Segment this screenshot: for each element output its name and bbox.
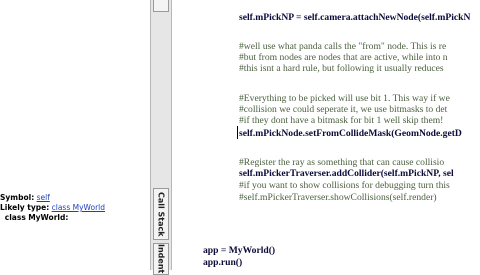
type-link[interactable]: class MyWorld — [52, 203, 105, 212]
code-line[interactable]: self.mPickNode.setFromCollideMask(GeomNo… — [239, 128, 462, 139]
symbol-link[interactable]: self — [37, 193, 50, 202]
type-label: Likely type: — [0, 203, 50, 212]
comment-line[interactable]: #if you want to show collisions for debu… — [239, 180, 450, 191]
inspector-panel: Symbol: self Likely type: class MyWorld … — [0, 0, 150, 270]
code-line[interactable]: self.mPickerTraverser.addCollider(self.m… — [239, 168, 454, 179]
code-editor[interactable]: self.mPickNP = self.camera.attachNewNode… — [200, 0, 480, 270]
comment-line[interactable]: #well use what panda calls the "from" no… — [239, 41, 446, 52]
comment-line[interactable]: #collision we could seperate it, we use … — [239, 104, 447, 115]
symbol-label: Symbol: — [0, 193, 35, 202]
symbol-info: Symbol: self Likely type: class MyWorld … — [0, 193, 150, 223]
code-line[interactable]: self.mPickNP = self.camera.attachNewNode… — [239, 12, 470, 23]
code-line[interactable]: app = MyWorld() — [203, 245, 275, 256]
comment-line[interactable]: #Everything to be picked will use bit 1.… — [239, 93, 450, 104]
comment-line[interactable]: #Register the ray as something that can … — [239, 157, 444, 168]
class-name: MyWorld: — [28, 213, 69, 222]
tab-call-stack[interactable]: Call Stack — [153, 188, 169, 240]
symbol-row: Symbol: self — [0, 193, 150, 203]
class-keyword: class — [4, 213, 26, 222]
tab-indent-label: Indent — [156, 244, 166, 274]
tab-indent[interactable]: Indent — [153, 243, 169, 275]
code-line[interactable]: app.run() — [203, 257, 242, 268]
comment-line[interactable]: #this isnt a hard rule, but following it… — [239, 63, 444, 74]
text-caret — [237, 126, 238, 139]
comment-line[interactable]: #but from nodes are nodes that are activ… — [239, 52, 448, 63]
side-tab-strip: Call Stack Indent — [150, 0, 172, 275]
type-row: Likely type: class MyWorld — [0, 203, 150, 213]
inspector-blank-area — [0, 0, 150, 188]
class-row: class MyWorld: — [0, 213, 150, 223]
panel-gap — [172, 0, 200, 270]
comment-line[interactable]: #if they dont have a bitmask for bit 1 w… — [239, 115, 443, 126]
comment-line[interactable]: #self.mPickerTraverser.showCollisions(se… — [239, 192, 437, 203]
tab-call-stack-label: Call Stack — [156, 191, 166, 237]
tab-top-partial[interactable] — [153, 0, 169, 12]
